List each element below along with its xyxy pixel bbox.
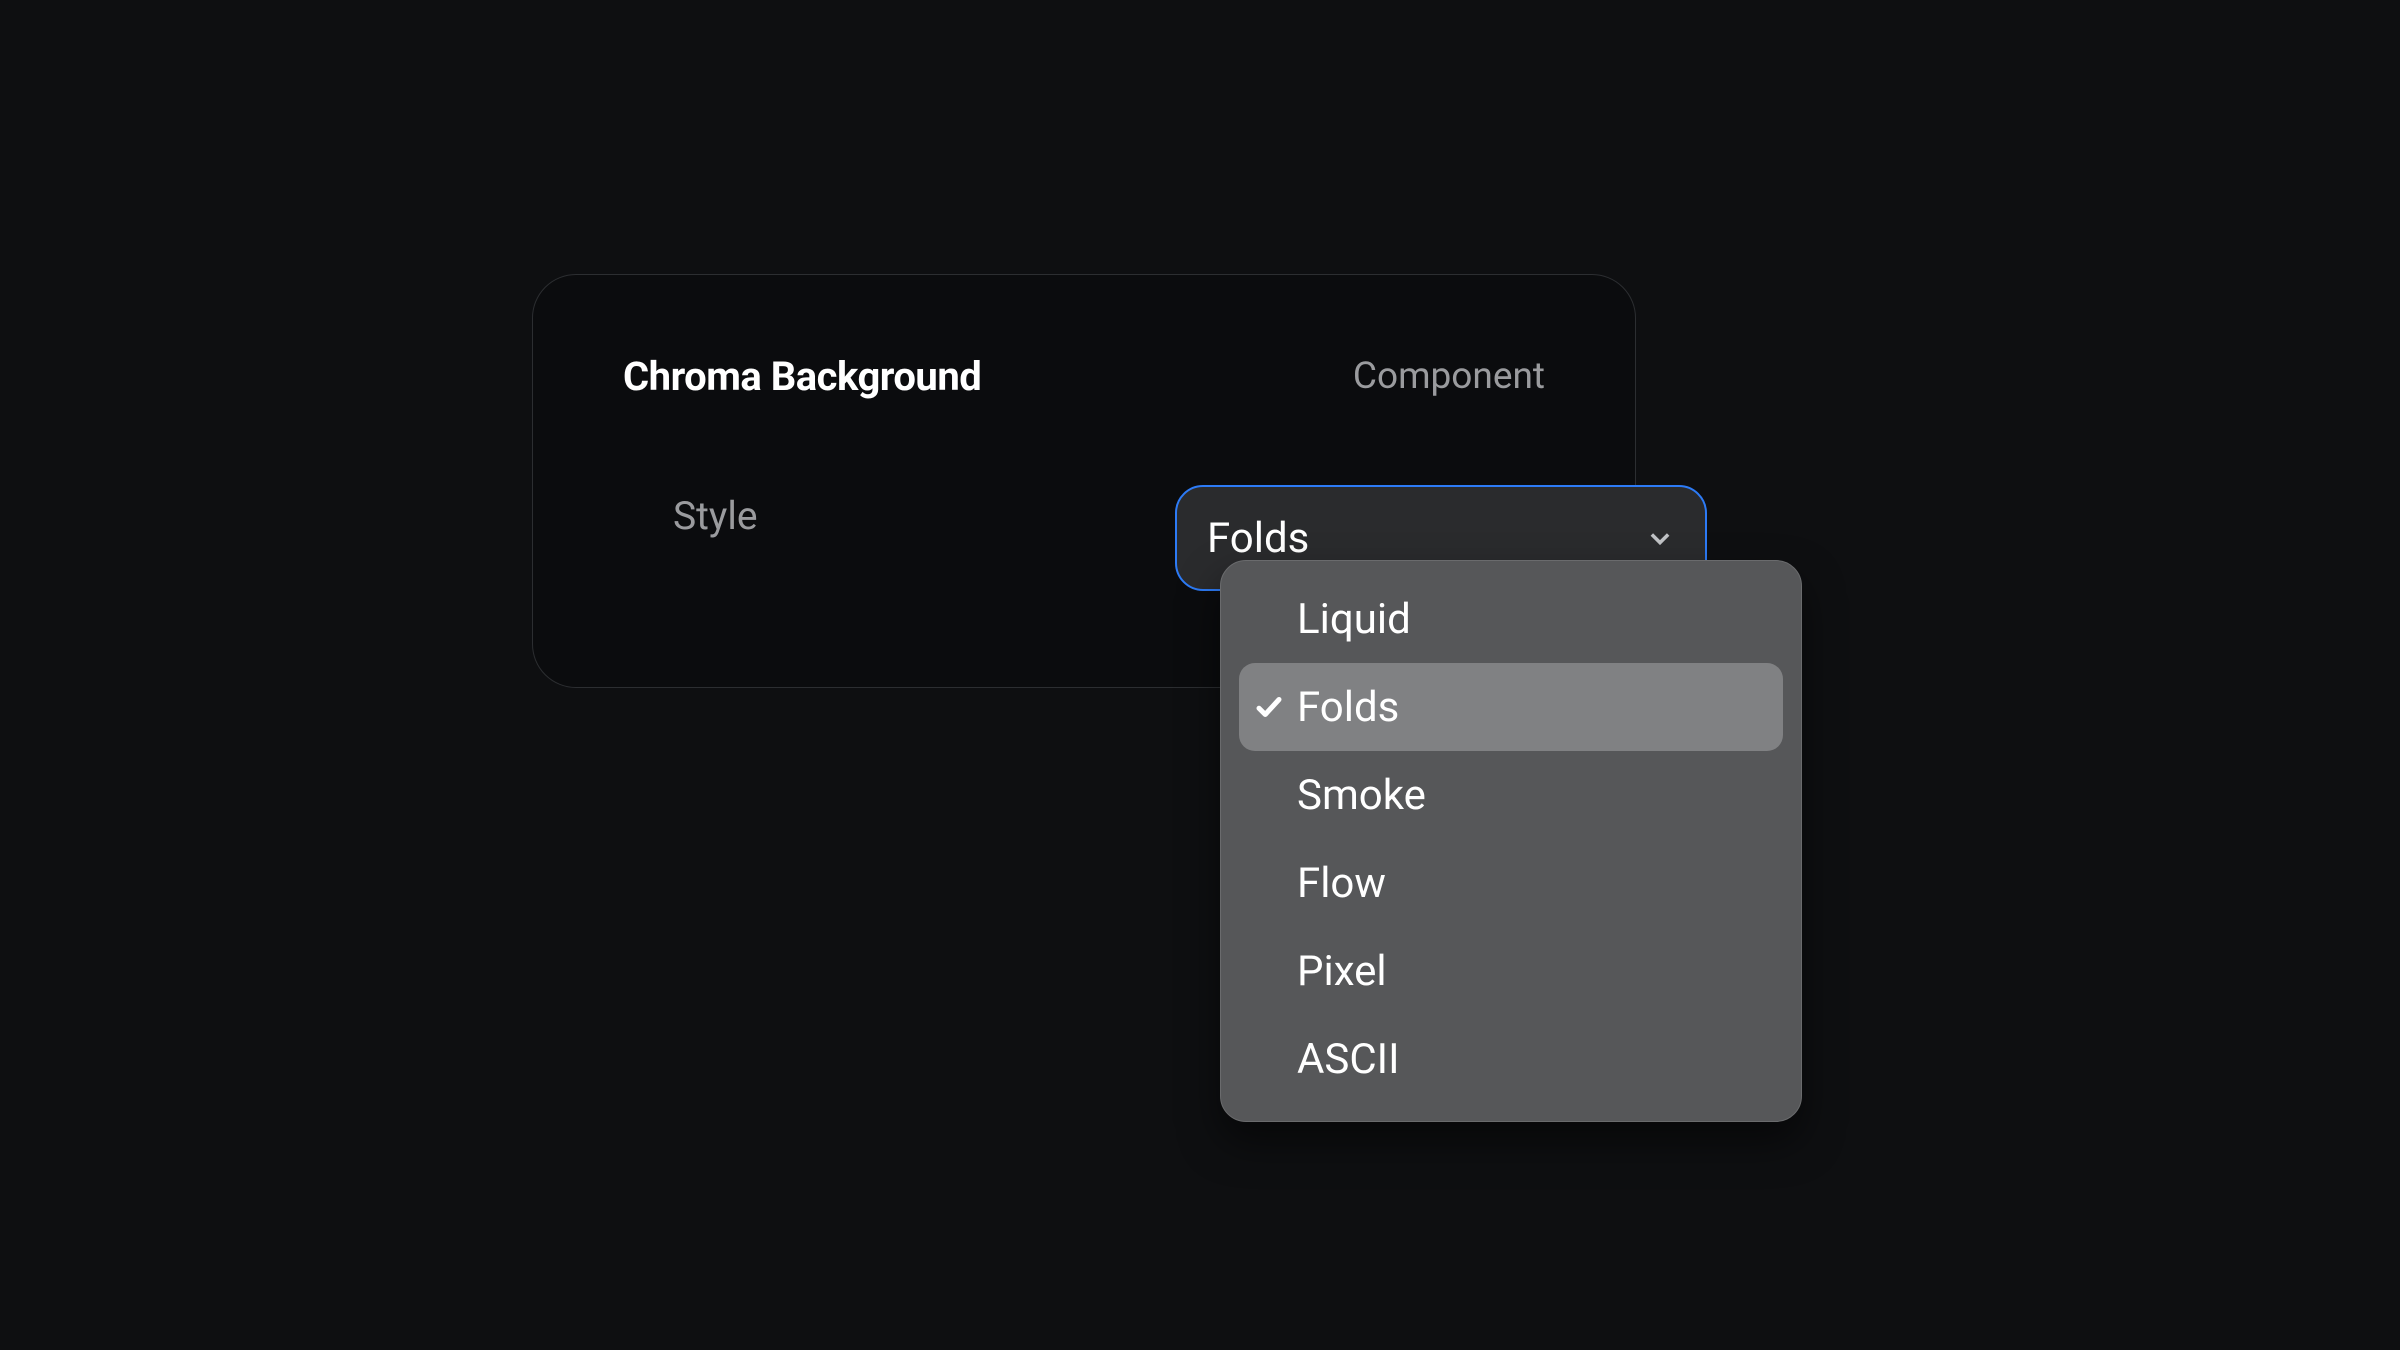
dropdown-option-label: ASCII — [1297, 1035, 1400, 1084]
style-row: Style Folds — [673, 493, 758, 539]
dropdown-option-label: Liquid — [1297, 595, 1411, 644]
dropdown-option-folds[interactable]: Folds — [1239, 663, 1783, 751]
panel-title: Chroma Background — [623, 353, 981, 400]
dropdown-option-label: Flow — [1297, 859, 1386, 908]
dropdown-option-smoke[interactable]: Smoke — [1239, 751, 1783, 839]
chevron-down-icon — [1645, 523, 1675, 553]
style-label: Style — [673, 493, 758, 539]
panel-header: Chroma Background Component — [623, 353, 1545, 400]
dropdown-option-label: Folds — [1297, 683, 1399, 732]
panel-tag: Component — [1353, 355, 1545, 398]
dropdown-option-label: Smoke — [1297, 771, 1426, 820]
dropdown-option-ascii[interactable]: ASCII — [1239, 1015, 1783, 1103]
dropdown-option-label: Pixel — [1297, 947, 1387, 996]
dropdown-option-flow[interactable]: Flow — [1239, 839, 1783, 927]
dropdown-option-liquid[interactable]: Liquid — [1239, 575, 1783, 663]
style-dropdown-menu[interactable]: Liquid Folds Smoke Flow Pixel ASCII — [1220, 560, 1802, 1122]
check-icon — [1253, 691, 1285, 723]
style-select-value: Folds — [1207, 514, 1309, 563]
dropdown-option-pixel[interactable]: Pixel — [1239, 927, 1783, 1015]
